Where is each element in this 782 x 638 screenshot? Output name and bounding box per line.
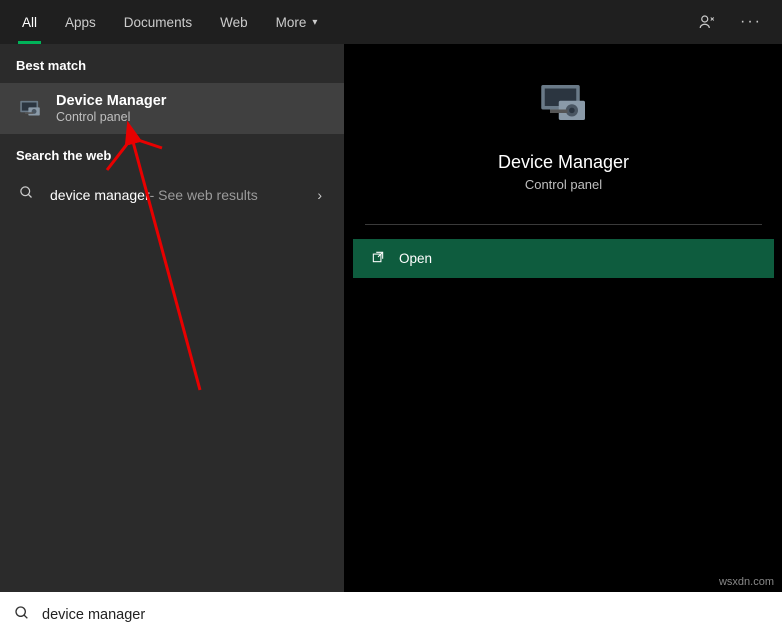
search-web-header: Search the web [0,134,344,173]
web-suffix: - See web results [150,187,258,203]
result-subtitle: Control panel [56,110,328,124]
search-tabs: All Apps Documents Web More ▾ ··· [0,0,782,44]
tab-label: Documents [124,15,192,30]
result-title: Device Manager [56,93,328,109]
best-match-header: Best match [0,44,344,83]
results-panel: Best match Device Manager Control panel … [0,44,344,592]
web-result[interactable]: device manager - See web results › [0,173,344,216]
search-icon [16,185,36,204]
result-device-manager[interactable]: Device Manager Control panel [0,83,344,134]
web-query: device manager [50,187,150,203]
preview-title: Device Manager [498,152,629,173]
watermark: wsxdn.com [719,576,774,588]
open-icon [371,250,385,267]
open-action[interactable]: Open [353,239,774,278]
tab-web[interactable]: Web [206,0,262,44]
tab-label: Apps [65,15,96,30]
preview-panel: Device Manager Control panel Open [344,44,782,592]
device-manager-icon [16,95,44,123]
tab-apps[interactable]: Apps [51,0,110,44]
tab-label: More [276,15,307,30]
divider [365,224,762,225]
tab-more[interactable]: More ▾ [262,0,332,44]
tab-documents[interactable]: Documents [110,0,206,44]
tab-all[interactable]: All [8,0,51,44]
search-bar [0,592,782,638]
open-label: Open [399,251,432,266]
tab-label: All [22,15,37,30]
preview-subtitle: Control panel [525,177,602,192]
chevron-down-icon: ▾ [312,17,317,28]
search-input[interactable] [42,607,768,623]
search-icon [14,605,30,626]
feedback-icon[interactable] [686,0,728,44]
chevron-right-icon: › [317,187,328,203]
tab-label: Web [220,15,248,30]
device-manager-large-icon [536,78,592,134]
more-options-icon[interactable]: ··· [728,0,774,44]
